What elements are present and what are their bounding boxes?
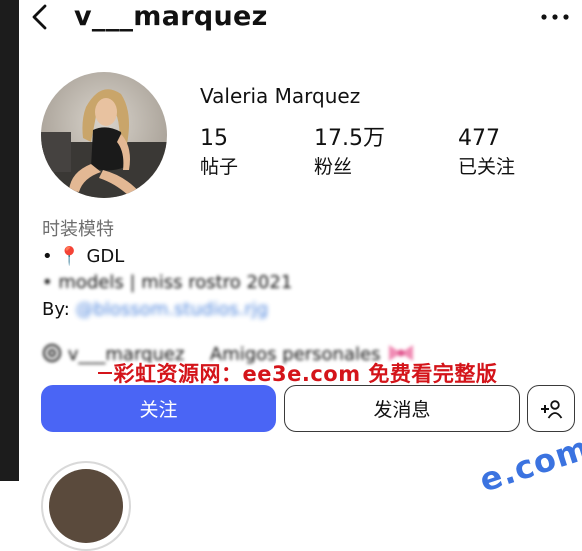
stat-posts-value: 15 [200,126,228,151]
left-edge-bar [0,0,19,481]
follow-button[interactable]: 关注 [41,385,276,432]
profile-username: v___marquez [74,1,268,32]
bio-line-models: • models | miss rostro 2021 [42,272,293,293]
message-button[interactable]: 发消息 [284,385,520,432]
stat-followers-label: 粉丝 [314,156,353,178]
stat-following-label: 已关注 [458,156,516,178]
stat-followers-value: 17.5万 [314,126,385,151]
stat-posts-label: 帖子 [200,156,239,178]
bio-credit-handle[interactable]: @blossom.studios.rjg [75,299,268,320]
stat-posts[interactable]: 15 帖子 [200,126,238,180]
display-name: Valeria Marquez [200,84,361,108]
chevron-left-icon[interactable] [28,4,54,30]
bio-credit-prefix: By: [42,299,76,320]
bio-category: 时装模特 [42,219,114,240]
stat-followers[interactable]: 17.5万 粉丝 [314,126,385,180]
watermark-corner-text: e.com [474,428,582,500]
more-horizontal-icon[interactable] [540,13,570,21]
stat-following[interactable]: 477 已关注 [458,126,515,180]
add-person-icon [541,399,563,419]
story-highlight-cover [49,469,123,543]
stat-following-value: 477 [458,126,500,151]
bio-line-credit: By: @blossom.studios.rjg [42,299,268,321]
watermark-banner: 彩虹资源网：ee3e.com 免费看完整版 [20,358,575,388]
avatar[interactable] [41,72,167,198]
watermark-text: 彩虹资源网：ee3e.com 免费看完整版 [113,362,498,386]
watermark-dash [97,372,112,374]
suggested-users-button[interactable] [527,385,575,432]
bio-line-location: • 📍 GDL [42,246,125,267]
